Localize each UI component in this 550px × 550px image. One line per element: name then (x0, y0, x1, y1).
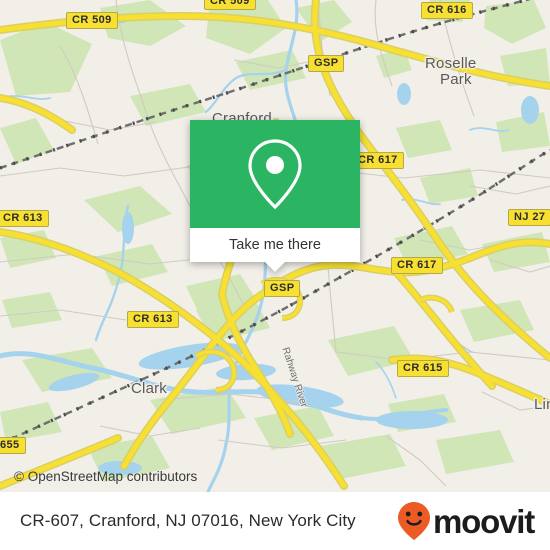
road-shield-cr-615[interactable]: CR 615 (397, 360, 449, 377)
popup-pointer-tail (264, 261, 286, 272)
road-shield-cr-509[interactable]: CR 509 (66, 12, 118, 29)
road-shield-gsp-north[interactable]: GSP (308, 55, 345, 72)
address-label: CR-607, Cranford, NJ 07016, New York Cit… (20, 511, 356, 530)
road-shield-cr-509-top[interactable]: CR 509 (204, 0, 256, 10)
map-pin-icon (248, 139, 302, 210)
road-shield-cr-613-south[interactable]: CR 613 (127, 311, 179, 328)
popup-image-panel (190, 120, 360, 228)
map-canvas[interactable]: Cranford Roselle Park Clark Lin Rahway R… (0, 0, 550, 492)
moovit-wordmark: moovit (433, 502, 535, 540)
road-shield-cr-613-west[interactable]: CR 613 (0, 210, 49, 227)
moovit-logo[interactable]: moovit (397, 501, 535, 541)
road-shield-cr-617-east[interactable]: CR 617 (391, 257, 443, 274)
take-me-there-button[interactable]: Take me there (229, 237, 321, 253)
moovit-pin-smiley-icon (398, 502, 431, 540)
road-shield-gsp-south[interactable]: GSP (264, 280, 301, 297)
location-popup-card[interactable]: Take me there (190, 120, 360, 272)
road-shield-nj-27[interactable]: NJ 27 (508, 209, 550, 226)
road-shield-655[interactable]: 655 (0, 437, 26, 454)
map-screenshot: Cranford Roselle Park Clark Lin Rahway R… (0, 0, 550, 550)
popup-footer[interactable]: Take me there (190, 228, 360, 272)
bottom-info-bar: CR-607, Cranford, NJ 07016, New York Cit… (0, 492, 550, 550)
road-shield-cr-616[interactable]: CR 616 (421, 2, 473, 19)
osm-attribution[interactable]: © OpenStreetMap contributors (14, 469, 197, 484)
